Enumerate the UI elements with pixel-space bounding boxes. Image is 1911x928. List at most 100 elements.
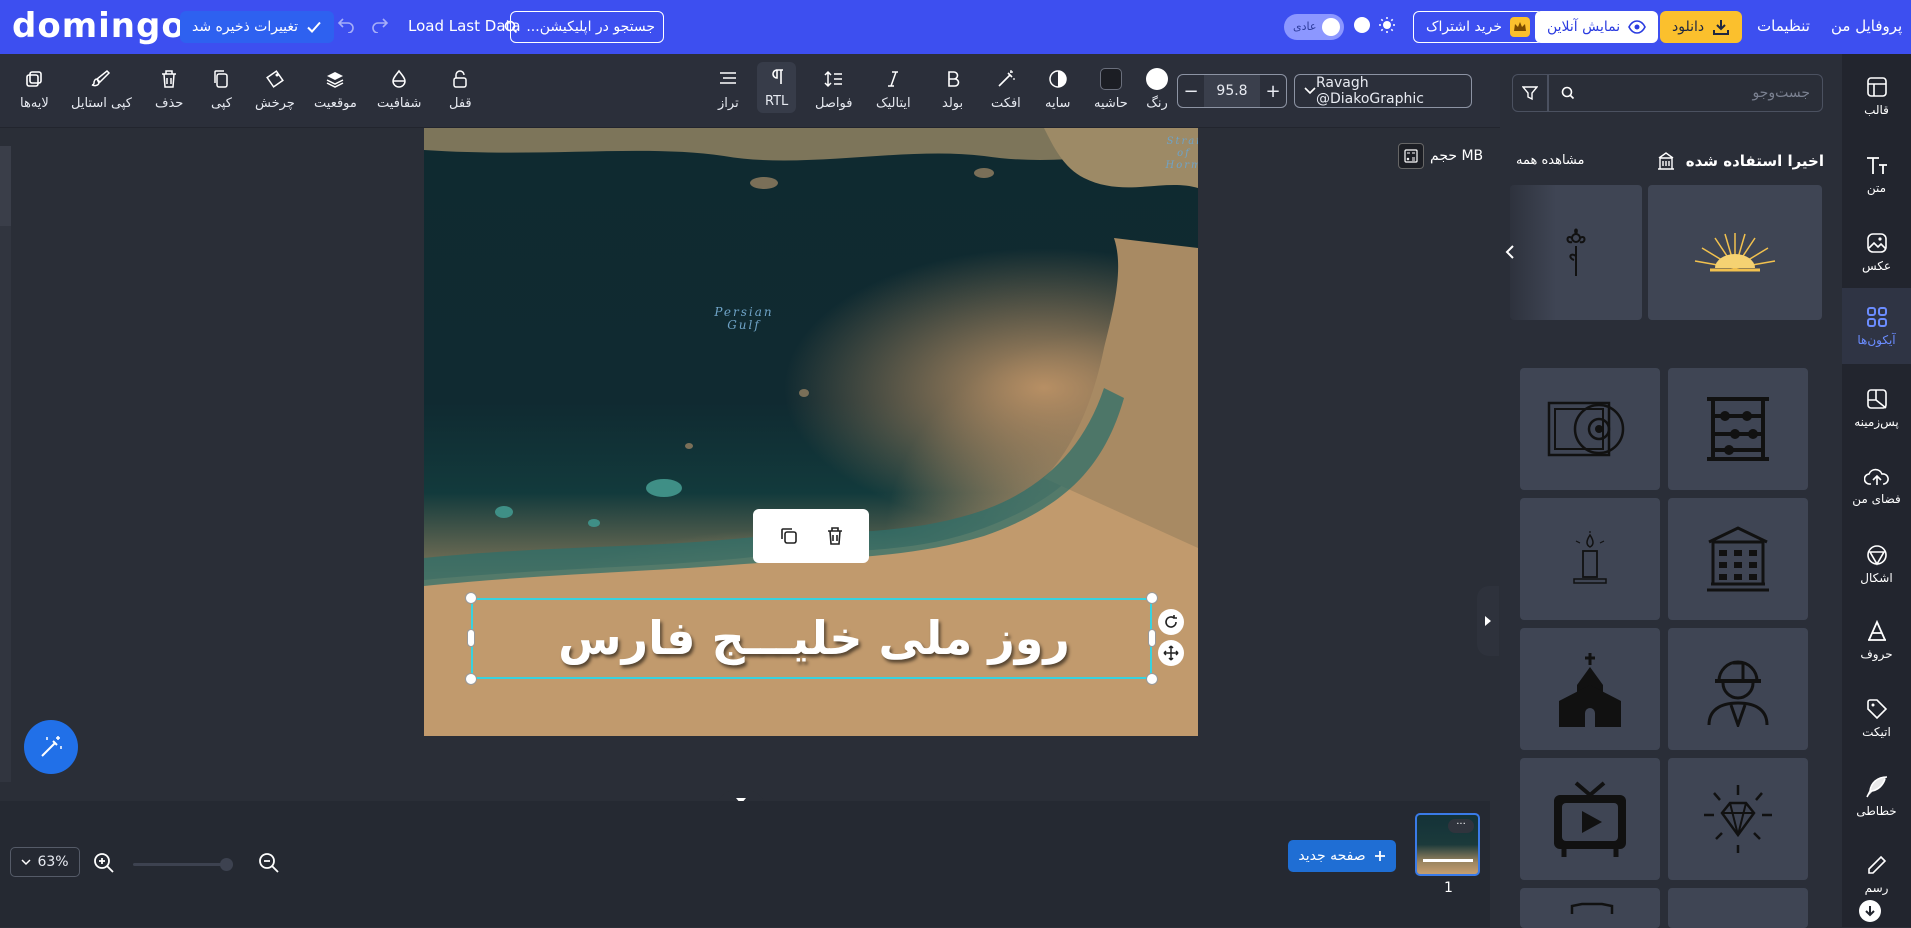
font-select[interactable]: Ravagh @DiakoGraphic [1294, 74, 1472, 108]
icon-partial-right[interactable] [1668, 888, 1808, 928]
left-scroll-thumb[interactable] [0, 146, 11, 226]
icon-church[interactable] [1520, 628, 1660, 750]
resize-handle-tr[interactable] [1146, 592, 1158, 604]
zoom-out-icon[interactable] [258, 852, 280, 874]
delete-tool[interactable]: حذف [155, 68, 183, 111]
italic-tool[interactable]: ایتالیک [876, 68, 911, 111]
page-options-button[interactable]: ··· [1448, 819, 1474, 833]
download-icon [1712, 18, 1730, 36]
resize-handle-left[interactable] [467, 629, 475, 647]
nav-photo[interactable]: عکس [1842, 218, 1911, 286]
save-status-button[interactable]: تغییرات ذخیره شد [180, 11, 335, 43]
icon-tv[interactable] [1520, 758, 1660, 880]
rotate-handle-icon[interactable] [1158, 609, 1184, 635]
ai-magic-button[interactable] [24, 720, 78, 774]
decrease-size-button[interactable]: − [1178, 81, 1204, 102]
icon-candle[interactable] [1520, 498, 1660, 620]
nav-icons[interactable]: آیکون‌ها [1842, 288, 1911, 364]
carousel-prev-icon[interactable] [1505, 244, 1515, 260]
icon-worker[interactable] [1668, 628, 1808, 750]
thumbnail-text-line [1423, 859, 1473, 862]
crown-icon [1510, 17, 1531, 37]
nav-my-space[interactable]: فضای من [1842, 452, 1911, 520]
opacity-tool[interactable]: شفافیت [377, 68, 421, 111]
background-icon [1866, 388, 1888, 410]
nav-calligraphy[interactable]: خطاطی [1842, 762, 1911, 830]
zoom-slider-track[interactable] [133, 863, 233, 866]
rtl-tool[interactable]: RTL [757, 62, 797, 113]
icon-disc-case[interactable] [1520, 368, 1660, 490]
font-size-stepper[interactable]: − 95.8 + [1177, 74, 1287, 108]
spacing-tool[interactable]: فواصل [815, 68, 852, 111]
zoom-slider-knob[interactable] [220, 858, 233, 871]
resize-handle-right[interactable] [1148, 629, 1156, 647]
toolbar: لایه‌ها کپی استایل حذف کپی چرخش موقعیت ش… [0, 54, 1500, 128]
icon-building[interactable] [1668, 498, 1808, 620]
profile-link[interactable]: پروفایل من [1831, 17, 1902, 35]
font-size-value[interactable]: 95.8 [1204, 75, 1260, 107]
duplicate-icon[interactable] [779, 526, 799, 546]
zoom-in-icon[interactable] [93, 852, 115, 874]
italic-label: ایتالیک [876, 96, 911, 111]
copy-tool[interactable]: کپی [211, 68, 232, 111]
shadow-tool[interactable]: سایه [1045, 68, 1070, 111]
workspace[interactable]: Persian Gulf Strai of Horm روز ملی خلیــ… [0, 128, 1499, 801]
color-label: رنگ [1146, 96, 1168, 111]
bold-tool[interactable]: بولد [942, 68, 963, 111]
resize-handle-tl[interactable] [465, 592, 477, 604]
mode-toggle[interactable]: عادی [1284, 14, 1344, 40]
file-size-indicator[interactable]: حجم MB [1398, 143, 1483, 169]
recent-item-sunrise[interactable] [1648, 185, 1822, 320]
nav-sticker[interactable]: اتیکت [1842, 684, 1911, 752]
online-preview-button[interactable]: نمایش آنلاین [1535, 11, 1659, 43]
nav-draw[interactable]: رسم [1842, 840, 1911, 908]
copy-style-tool[interactable]: کپی استایل [71, 68, 132, 111]
nav-text[interactable]: متن [1842, 140, 1911, 208]
new-page-button[interactable]: صفحه جدید [1288, 840, 1396, 872]
lock-tool[interactable]: قفل [449, 68, 472, 111]
rotate-tool[interactable]: چرخش [255, 68, 295, 111]
trash-icon[interactable] [826, 526, 844, 546]
effect-tool[interactable]: افکت [991, 68, 1021, 111]
layers-tool[interactable]: لایه‌ها [20, 68, 49, 111]
resize-handle-br[interactable] [1146, 673, 1158, 685]
nav-letters-label: حروف [1860, 646, 1893, 661]
settings-link[interactable]: تنظیمات [1757, 17, 1810, 35]
collapse-panel-button[interactable] [1477, 586, 1499, 656]
nav-template[interactable]: قالب [1842, 62, 1911, 130]
logo[interactable]: domingo [12, 6, 186, 46]
move-handle-icon[interactable] [1158, 640, 1184, 666]
building-icon [1656, 151, 1676, 171]
nav-more-button[interactable] [1859, 900, 1881, 922]
shadow-label: سایه [1045, 96, 1071, 111]
nav-shapes[interactable]: اشکال [1842, 530, 1911, 598]
icon-diamond[interactable] [1668, 758, 1808, 880]
align-tool[interactable]: تراز [718, 68, 739, 111]
filter-button[interactable] [1512, 74, 1548, 112]
increase-size-button[interactable]: + [1260, 81, 1286, 102]
drop-icon [390, 68, 408, 90]
app-search-input[interactable]: جستجو در اپلیکیشن... [505, 11, 664, 43]
redo-icon[interactable] [371, 15, 389, 33]
color-swatch-icon [1146, 68, 1168, 90]
eye-icon [1628, 20, 1647, 34]
color-tool[interactable]: رنگ [1146, 68, 1168, 111]
icon-search-input[interactable]: جست‌وجو [1548, 74, 1823, 112]
buy-subscription-button[interactable]: خرید اشتراک [1413, 11, 1544, 43]
resize-handle-bl[interactable] [465, 673, 477, 685]
view-all-link[interactable]: مشاهده همه [1516, 153, 1585, 168]
nav-sticker-label: اتیکت [1862, 724, 1891, 739]
icon-abacus[interactable] [1668, 368, 1808, 490]
icon-partial-left[interactable] [1520, 888, 1660, 928]
zoom-select[interactable]: 63% [10, 847, 80, 877]
selection-box[interactable] [471, 598, 1152, 679]
page-thumbnail[interactable]: ··· [1415, 813, 1480, 876]
position-tool[interactable]: موقعیت [314, 68, 357, 111]
theme-switch[interactable] [1354, 16, 1396, 34]
undo-icon[interactable] [337, 15, 355, 33]
download-button[interactable]: دانلود [1660, 11, 1743, 43]
copy-style-label: کپی استایل [71, 96, 132, 111]
border-tool[interactable]: حاشیه [1094, 68, 1128, 111]
nav-letters[interactable]: حروف [1842, 606, 1911, 674]
nav-background[interactable]: پس‌زمینه [1842, 374, 1911, 442]
